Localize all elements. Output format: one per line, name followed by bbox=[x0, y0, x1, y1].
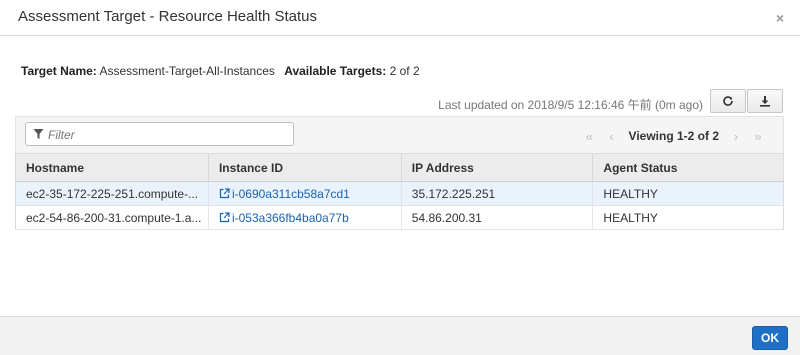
agent-status-cell: HEALTHY bbox=[592, 205, 784, 230]
pagination: « ‹ Viewing 1-2 of 2 › » bbox=[579, 127, 769, 145]
prev-page-button[interactable]: ‹ bbox=[601, 129, 623, 144]
close-icon[interactable]: × bbox=[776, 10, 784, 26]
target-name-value: Assessment-Target-All-Instances bbox=[99, 64, 275, 78]
dialog-title: Assessment Target - Resource Health Stat… bbox=[18, 8, 318, 25]
resource-health-dialog: Assessment Target - Resource Health Stat… bbox=[0, 0, 800, 355]
instance-id-cell: i-0690a311cb58a7cd1 bbox=[208, 181, 402, 206]
last-updated-text: Last updated on 2018/9/5 12:16:46 午前 (0m… bbox=[438, 98, 703, 112]
viewing-range: Viewing 1-2 of 2 bbox=[628, 129, 719, 143]
download-icon bbox=[760, 96, 770, 107]
column-header-agent-status[interactable]: Agent Status bbox=[592, 153, 784, 182]
hostname-cell: ec2-54-86-200-31.compute-1.a... bbox=[15, 205, 209, 230]
column-header-hostname[interactable]: Hostname bbox=[15, 153, 209, 182]
available-targets-label: Available Targets: bbox=[284, 64, 387, 78]
filter-input[interactable]: Filter bbox=[25, 122, 294, 146]
refresh-button[interactable] bbox=[710, 89, 746, 113]
ok-button[interactable]: OK bbox=[752, 326, 788, 350]
first-page-button[interactable]: « bbox=[579, 129, 601, 144]
instance-id-link[interactable]: i-0690a311cb58a7cd1 bbox=[232, 187, 350, 201]
instance-id-cell: i-053a366fb4ba0a77b bbox=[208, 205, 402, 230]
filter-placeholder: Filter bbox=[48, 128, 75, 142]
refresh-icon bbox=[723, 96, 733, 106]
table-row[interactable]: ec2-54-86-200-31.compute-1.a... i-053a36… bbox=[15, 205, 784, 230]
external-link-icon bbox=[219, 211, 230, 222]
hostname-cell: ec2-35-172-225-251.compute-... bbox=[15, 181, 209, 206]
dialog-header: Assessment Target - Resource Health Stat… bbox=[0, 0, 800, 36]
table-header-row: Hostname Instance ID IP Address Agent St… bbox=[15, 153, 784, 182]
agent-status-cell: HEALTHY bbox=[592, 181, 784, 206]
column-header-instance-id[interactable]: Instance ID bbox=[208, 153, 402, 182]
table-row[interactable]: ec2-35-172-225-251.compute-... i-0690a31… bbox=[15, 181, 784, 206]
download-button[interactable] bbox=[747, 89, 783, 113]
target-name-label: Target Name: bbox=[21, 64, 97, 78]
resource-table: Hostname Instance ID IP Address Agent St… bbox=[15, 153, 784, 230]
external-link-icon bbox=[219, 187, 230, 198]
last-page-button[interactable]: » bbox=[747, 129, 769, 144]
ip-address-cell: 54.86.200.31 bbox=[401, 205, 594, 230]
available-targets-value: 2 of 2 bbox=[389, 64, 420, 78]
ip-address-cell: 35.172.225.251 bbox=[401, 181, 594, 206]
dialog-footer: OK bbox=[0, 316, 800, 355]
target-info: Target Name: Assessment-Target-All-Insta… bbox=[21, 64, 426, 78]
column-header-ip-address[interactable]: IP Address bbox=[401, 153, 594, 182]
filter-icon bbox=[33, 129, 44, 139]
instance-id-link[interactable]: i-053a366fb4ba0a77b bbox=[232, 211, 349, 225]
next-page-button[interactable]: › bbox=[725, 129, 747, 144]
table-toolbar: Filter « ‹ Viewing 1-2 of 2 › » bbox=[15, 116, 784, 154]
